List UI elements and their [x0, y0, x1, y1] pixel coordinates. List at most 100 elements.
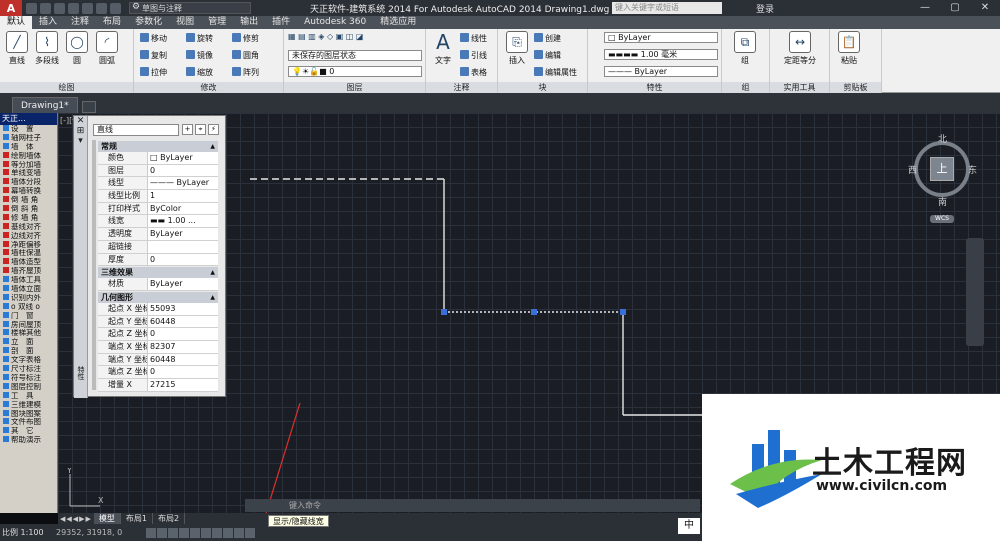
plot-icon[interactable]: [82, 2, 93, 14]
properties-ribbon-title[interactable]: 特性: [588, 82, 721, 93]
array-button[interactable]: 阵列: [232, 67, 259, 78]
tianzheng-menu-item[interactable]: 边线对齐: [0, 231, 57, 241]
modify-panel-title[interactable]: 修改: [134, 82, 283, 93]
minimize-icon[interactable]: —: [910, 0, 940, 16]
property-row[interactable]: 起点 X 坐标 55093: [98, 302, 218, 316]
circle-button[interactable]: ◯ 圆: [62, 31, 92, 66]
layer-state-dropdown[interactable]: 未保存的图层状态: [288, 50, 422, 61]
compass-south[interactable]: 南: [938, 195, 947, 208]
trim-button[interactable]: 修剪: [232, 33, 259, 44]
tab-plugins[interactable]: 插件: [265, 16, 297, 29]
annotation-panel-title[interactable]: 注释: [426, 82, 497, 93]
search-input[interactable]: 键入关键字或短语: [612, 2, 722, 14]
property-value[interactable]: ——— ByLayer: [148, 177, 218, 190]
tianzheng-menu-item[interactable]: 墙齐屋顶: [0, 267, 57, 276]
tianzheng-menu-item[interactable]: 其 它: [0, 427, 57, 436]
edit-block-button[interactable]: 编辑: [534, 50, 561, 61]
login-button[interactable]: 登录: [756, 2, 774, 15]
ime-indicator[interactable]: 中: [678, 518, 700, 534]
redo-icon[interactable]: [110, 2, 121, 14]
lineweight-dropdown[interactable]: ▬▬▬▬ 1.00 毫米: [604, 49, 718, 60]
property-row[interactable]: 材质 ByLayer: [98, 278, 218, 291]
current-layer-dropdown[interactable]: 💡☀🔓■ 0: [288, 66, 422, 77]
save-icon[interactable]: [54, 2, 65, 14]
tianzheng-menu-item[interactable]: 剖 面: [0, 347, 57, 356]
tianzheng-menu-item[interactable]: 墙体造型: [0, 258, 57, 267]
groups-panel-title[interactable]: 组: [722, 82, 769, 93]
tianzheng-menu-item[interactable]: 三维建模: [0, 400, 57, 410]
grip-end[interactable]: [620, 309, 626, 315]
tianzheng-menu-item[interactable]: 墙柱保温: [0, 249, 57, 258]
block-panel-title[interactable]: 块: [498, 82, 587, 93]
layer-panel-title[interactable]: 图层: [284, 82, 425, 93]
text-button[interactable]: A 文字: [428, 30, 458, 66]
mirror-button[interactable]: 镜像: [186, 50, 213, 61]
property-value[interactable]: 1: [148, 190, 218, 202]
tianzheng-menu-item[interactable]: 设 置: [0, 125, 57, 134]
tianzheng-menu-item[interactable]: 墙体工具: [0, 276, 57, 285]
property-row[interactable]: 厚度 0: [98, 253, 218, 267]
tianzheng-menu-item[interactable]: 帮助演示: [0, 436, 57, 445]
lineweight-toggle-icon[interactable]: [234, 527, 244, 538]
property-value[interactable]: 0: [148, 366, 218, 378]
tianzheng-menu-item[interactable]: 基线对齐: [0, 222, 57, 232]
scale-button[interactable]: 缩放: [186, 67, 213, 78]
grip-start[interactable]: [441, 309, 447, 315]
tab-autodesk360[interactable]: Autodesk 360: [297, 16, 373, 29]
insert-block-button[interactable]: ⎘ 插入: [502, 31, 532, 66]
tianzheng-menu-item[interactable]: 工 具: [0, 391, 57, 401]
close-icon[interactable]: ✕: [970, 0, 1000, 16]
undo-icon[interactable]: [96, 2, 107, 14]
new-tab-button[interactable]: [81, 101, 96, 113]
property-value[interactable]: 60448: [148, 353, 218, 366]
compass-east[interactable]: 东: [968, 163, 977, 176]
tab-featured-apps[interactable]: 精选应用: [373, 16, 423, 29]
properties-section-header[interactable]: 常规: [98, 141, 218, 152]
osnap-toggle-icon[interactable]: [190, 527, 200, 538]
property-row[interactable]: 透明度 ByLayer: [98, 228, 218, 241]
tianzheng-menu-item[interactable]: 单线变墙: [0, 169, 57, 178]
property-row[interactable]: 增量 X 27215: [98, 379, 218, 392]
polar-toggle-icon[interactable]: [179, 527, 189, 538]
tianzheng-menu-item[interactable]: 轴网柱子: [0, 133, 57, 143]
property-row[interactable]: 图层 0: [98, 164, 218, 178]
tianzheng-menu-item[interactable]: 尺寸标注: [0, 365, 57, 374]
workspace-dropdown[interactable]: 草图与注释: [129, 2, 251, 14]
properties-section-header[interactable]: 几何图形: [98, 291, 218, 303]
ducs-toggle-icon[interactable]: [212, 527, 222, 538]
clipboard-panel-title[interactable]: 剪贴板: [830, 82, 881, 93]
wcs-menu[interactable]: WCS: [930, 215, 954, 223]
property-value[interactable]: 55093: [148, 302, 218, 315]
viewcube-top-face[interactable]: 上: [930, 157, 954, 181]
open-icon[interactable]: [40, 2, 51, 14]
layout-nav-arrows[interactable]: ◀◀◀▶▶: [58, 515, 94, 523]
line-button[interactable]: ╱ 直线: [2, 31, 32, 66]
property-value[interactable]: ▬▬ 1.00 ...: [148, 215, 218, 228]
layout-tab-1[interactable]: 布局1: [121, 513, 154, 524]
color-dropdown[interactable]: □ ByLayer: [604, 32, 718, 43]
property-value[interactable]: 27215: [148, 379, 218, 391]
annotation-scale[interactable]: 比例 1:100: [0, 527, 56, 538]
maximize-icon[interactable]: ▢: [940, 0, 970, 16]
tianzheng-menu-item[interactable]: 识别内外: [0, 293, 57, 303]
application-menu-button[interactable]: A: [0, 0, 22, 16]
tianzheng-menu-item[interactable]: 门 窗: [0, 311, 57, 321]
tianzheng-menu-item[interactable]: 净距偏移: [0, 240, 57, 250]
property-value[interactable]: 0: [148, 253, 218, 266]
edit-attributes-button[interactable]: 编辑属性: [534, 67, 577, 78]
property-value[interactable]: 60448: [148, 315, 218, 328]
property-value[interactable]: 82307: [148, 340, 218, 353]
property-row[interactable]: 端点 X 坐标 82307: [98, 340, 218, 354]
viewcube[interactable]: 上 北 南 东 西 WCS: [900, 135, 980, 225]
tianzheng-menu-item[interactable]: 楼梯其他: [0, 329, 57, 338]
grip-mid[interactable]: [531, 309, 537, 315]
property-row[interactable]: 超链接: [98, 240, 218, 254]
property-value[interactable]: 0: [148, 164, 218, 177]
property-value[interactable]: ByColor: [148, 202, 218, 215]
tab-default[interactable]: 默认: [0, 16, 33, 29]
tianzheng-menu-item[interactable]: 墙体分段: [0, 178, 57, 187]
compass-north[interactable]: 北: [938, 132, 947, 145]
ortho-toggle-icon[interactable]: [168, 527, 178, 538]
quick-select-icon[interactable]: ⚡: [208, 124, 219, 135]
copy-button[interactable]: 复制: [140, 50, 167, 61]
